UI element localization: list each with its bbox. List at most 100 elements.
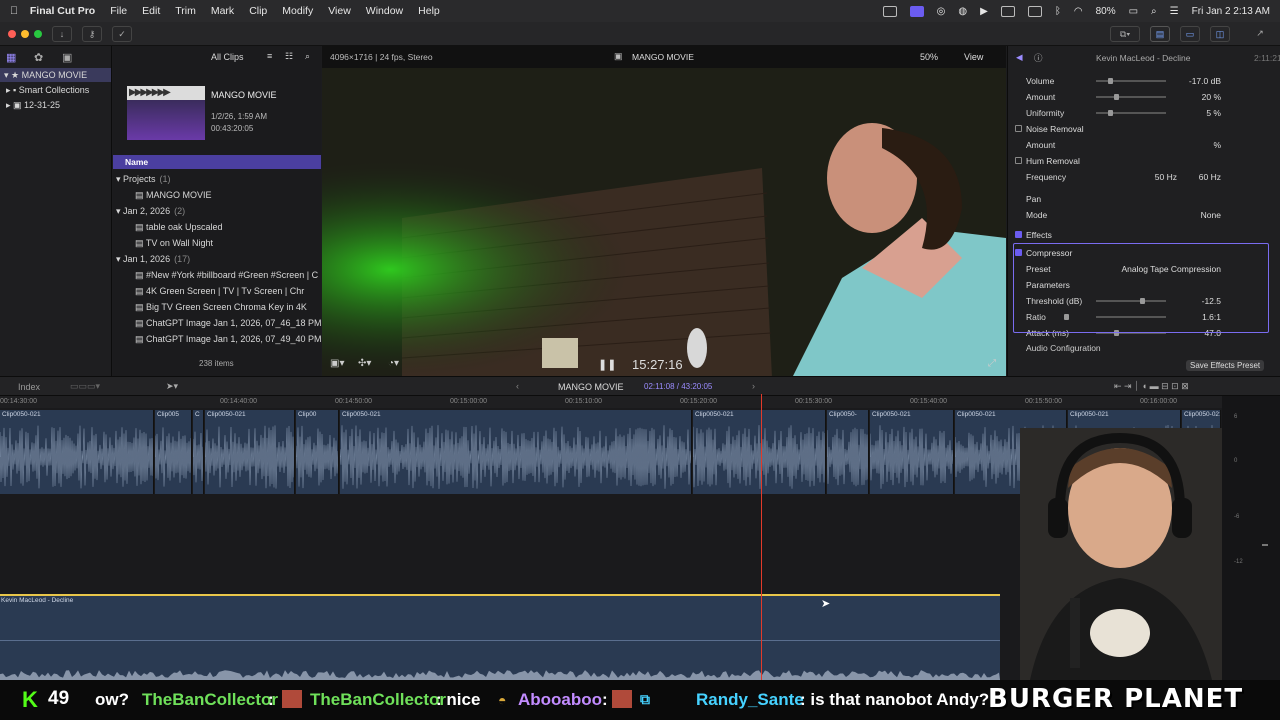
save-effects-preset-button[interactable]: Save Effects Preset — [1186, 360, 1265, 371]
select-tool-icon[interactable]: ➤▾ — [166, 381, 178, 392]
inspector-row[interactable]: Amount% — [1008, 137, 1280, 153]
browser-item-row[interactable]: ▤ Big TV Green Screen Chroma Key in 4K — [113, 299, 321, 315]
menu-file[interactable]: File — [110, 5, 127, 17]
inspector-row[interactable]: Effects — [1008, 227, 1280, 243]
view-dropdown[interactable]: View — [964, 52, 983, 62]
control-center-icon[interactable]: ☰ — [1170, 6, 1179, 17]
video-frame[interactable] — [322, 68, 1006, 378]
forward-icon[interactable]: › — [752, 381, 755, 391]
browser-item-row[interactable]: ▤ TV on Wall Night — [113, 235, 321, 251]
library-item-event[interactable]: ▸ ▣ 12-31-25 — [6, 98, 60, 112]
inspector-toggle-icon[interactable]: ◫ — [1210, 26, 1230, 42]
libraries-icon[interactable]: ▦ — [6, 51, 16, 64]
inspector-row[interactable]: Noise Removal — [1008, 121, 1280, 137]
vpn-icon[interactable]: ◍ — [958, 6, 967, 17]
project-thumbnail[interactable]: ▶▶▶▶▶▶▶ — [127, 86, 205, 140]
browser-item-row[interactable]: ▤ 4K Green Screen | TV | Tv Screen | Chr — [113, 283, 321, 299]
play-icon[interactable]: ▶ — [980, 6, 988, 17]
checkbox[interactable] — [1015, 157, 1022, 164]
browser-item-row[interactable]: ▤ table oak Upscaled — [113, 219, 321, 235]
timeline[interactable]: Clip0050-021 Clip005 C Clip0050-021 Clip00 Cl… — [0, 394, 1222, 680]
transform-icon[interactable]: ✣▾ — [358, 358, 371, 369]
inspector-row[interactable]: Frequency 50 Hz 60 Hz — [1008, 169, 1280, 185]
fullscreen-icon[interactable]: ⤢ — [988, 358, 996, 369]
param-slider[interactable] — [1096, 96, 1166, 98]
browser-group-row[interactable]: ▾ Projects (1) — [113, 171, 321, 187]
inspector-row-value[interactable]: 50 Hz — [1155, 169, 1177, 185]
info-inspector-icon[interactable]: ⓘ — [1034, 52, 1043, 64]
import-icon[interactable]: ↓ — [52, 26, 72, 42]
share-icon[interactable]: ⧉▾ — [1110, 26, 1140, 42]
menu-modify[interactable]: Modify — [282, 5, 313, 17]
menu-trim[interactable]: Trim — [175, 5, 196, 17]
browser-item-row[interactable]: ▤ ChatGPT Image Jan 1, 2026, 07_46_18 PM — [113, 315, 321, 331]
battery-percent[interactable]: 80% — [1096, 6, 1116, 17]
audio-clip[interactable]: Kevin MacLeod - Decline — [0, 594, 1000, 680]
video-clip[interactable]: Clip0050-021 — [205, 410, 295, 494]
column-header-name[interactable]: Name — [113, 155, 321, 169]
audio-inspector-icon[interactable]: ◀ — [1016, 52, 1023, 63]
clip-appearance-icon[interactable]: ▭▭▭▾ — [70, 381, 100, 392]
checkbox[interactable] — [1015, 125, 1022, 132]
close-window-button[interactable] — [8, 30, 16, 38]
inspector-row-value[interactable]: % — [1213, 137, 1221, 153]
sync-icon[interactable]: ◎ — [937, 6, 946, 17]
list-view-icon[interactable]: ☷ — [285, 51, 293, 62]
speed-icon[interactable]: ◔▾ — [388, 358, 399, 369]
timecode-display[interactable]: 15:27:16 — [632, 357, 683, 372]
filmstrip-view-icon[interactable]: ≡ — [267, 51, 272, 61]
clock[interactable]: Fri Jan 2 2:13 AM — [1192, 6, 1270, 17]
slider-knob[interactable] — [1108, 78, 1113, 84]
menu-mark[interactable]: Mark — [211, 5, 234, 17]
video-clip[interactable]: Clip0050-021 — [693, 410, 826, 494]
menu-view[interactable]: View — [328, 5, 351, 17]
app-menu[interactable]: Final Cut Pro — [30, 5, 95, 17]
display-icon[interactable] — [1000, 5, 1015, 17]
minimize-window-button[interactable] — [21, 30, 29, 38]
browser-item-row[interactable]: ▤ #New #York #billboard #Green #Screen |… — [113, 267, 321, 283]
checkbox[interactable] — [1015, 231, 1022, 238]
playhead[interactable] — [761, 394, 762, 680]
video-clip[interactable]: Clip005 — [155, 410, 192, 494]
browser-group-row[interactable]: ▾ Jan 2, 2026 (2) — [113, 203, 321, 219]
video-clip[interactable]: Clip0050-021 — [870, 410, 954, 494]
video-clip[interactable]: Clip0050-021 — [340, 410, 692, 494]
browser-toggle-icon[interactable]: ▤ — [1150, 26, 1170, 42]
window-icon[interactable] — [1027, 5, 1042, 17]
inspector-row-value-2[interactable]: 60 Hz — [1199, 169, 1221, 185]
fullscreen-icon[interactable]: ↗ — [1250, 26, 1270, 42]
menu-help[interactable]: Help — [418, 5, 440, 17]
zoom-dropdown[interactable]: 50% — [920, 52, 938, 62]
inspector-row[interactable]: Uniformity 5 % — [1008, 105, 1280, 121]
inspector-row[interactable]: Volume -17.0 dB — [1008, 73, 1280, 89]
video-clip[interactable]: Clip0050- — [827, 410, 869, 494]
background-tasks-icon[interactable]: ✓ — [112, 26, 132, 42]
titles-icon[interactable]: ▣ — [62, 51, 72, 64]
bluetooth-icon[interactable]: ᛒ — [1055, 6, 1061, 17]
photos-icon[interactable]: ✿ — [34, 51, 43, 64]
param-slider[interactable] — [1096, 112, 1166, 114]
back-icon[interactable]: ‹ — [516, 381, 519, 391]
inspector-row-value[interactable]: 20 % — [1202, 89, 1221, 105]
pause-icon[interactable]: ❚❚ — [598, 358, 616, 371]
viewer-display-icon[interactable]: ▣▾ — [330, 358, 344, 369]
slider-knob[interactable] — [1108, 110, 1113, 116]
menu-edit[interactable]: Edit — [142, 5, 160, 17]
inspector-row[interactable]: Mode None — [1008, 207, 1280, 223]
index-button[interactable]: Index — [18, 382, 40, 392]
timeline-project-dropdown[interactable]: MANGO MOVIE — [558, 382, 624, 392]
inspector-row-value[interactable]: None — [1201, 207, 1221, 223]
library-item-smart-collections[interactable]: ▸ ▪ Smart Collections — [6, 83, 89, 97]
library-item-mango-movie[interactable]: ▾ ★ MANGO MOVIE — [0, 68, 111, 82]
search-icon[interactable]: ⌕ — [305, 51, 310, 62]
inspector-row[interactable]: Hum Removal — [1008, 153, 1280, 169]
timeline-ruler[interactable]: 00:14:30:00 00:14:40:00 00:14:50:00 00:15:0… — [0, 396, 1222, 408]
inspector-row-value[interactable]: 5 % — [1206, 105, 1221, 121]
browser-item-row[interactable]: ▤ MANGO MOVIE — [113, 187, 321, 203]
timeline-tools-icon[interactable]: ⇤ ⇥ ⏐ ◖ ▬ ⊟ ⊡ ⊠ — [1114, 381, 1189, 392]
inspector-row[interactable]: Pan — [1008, 191, 1280, 207]
menu-clip[interactable]: Clip — [249, 5, 267, 17]
wifi-icon[interactable]: ◠ — [1074, 6, 1083, 17]
video-clip[interactable]: C — [193, 410, 204, 494]
apple-menu-icon[interactable]:  — [10, 5, 18, 17]
